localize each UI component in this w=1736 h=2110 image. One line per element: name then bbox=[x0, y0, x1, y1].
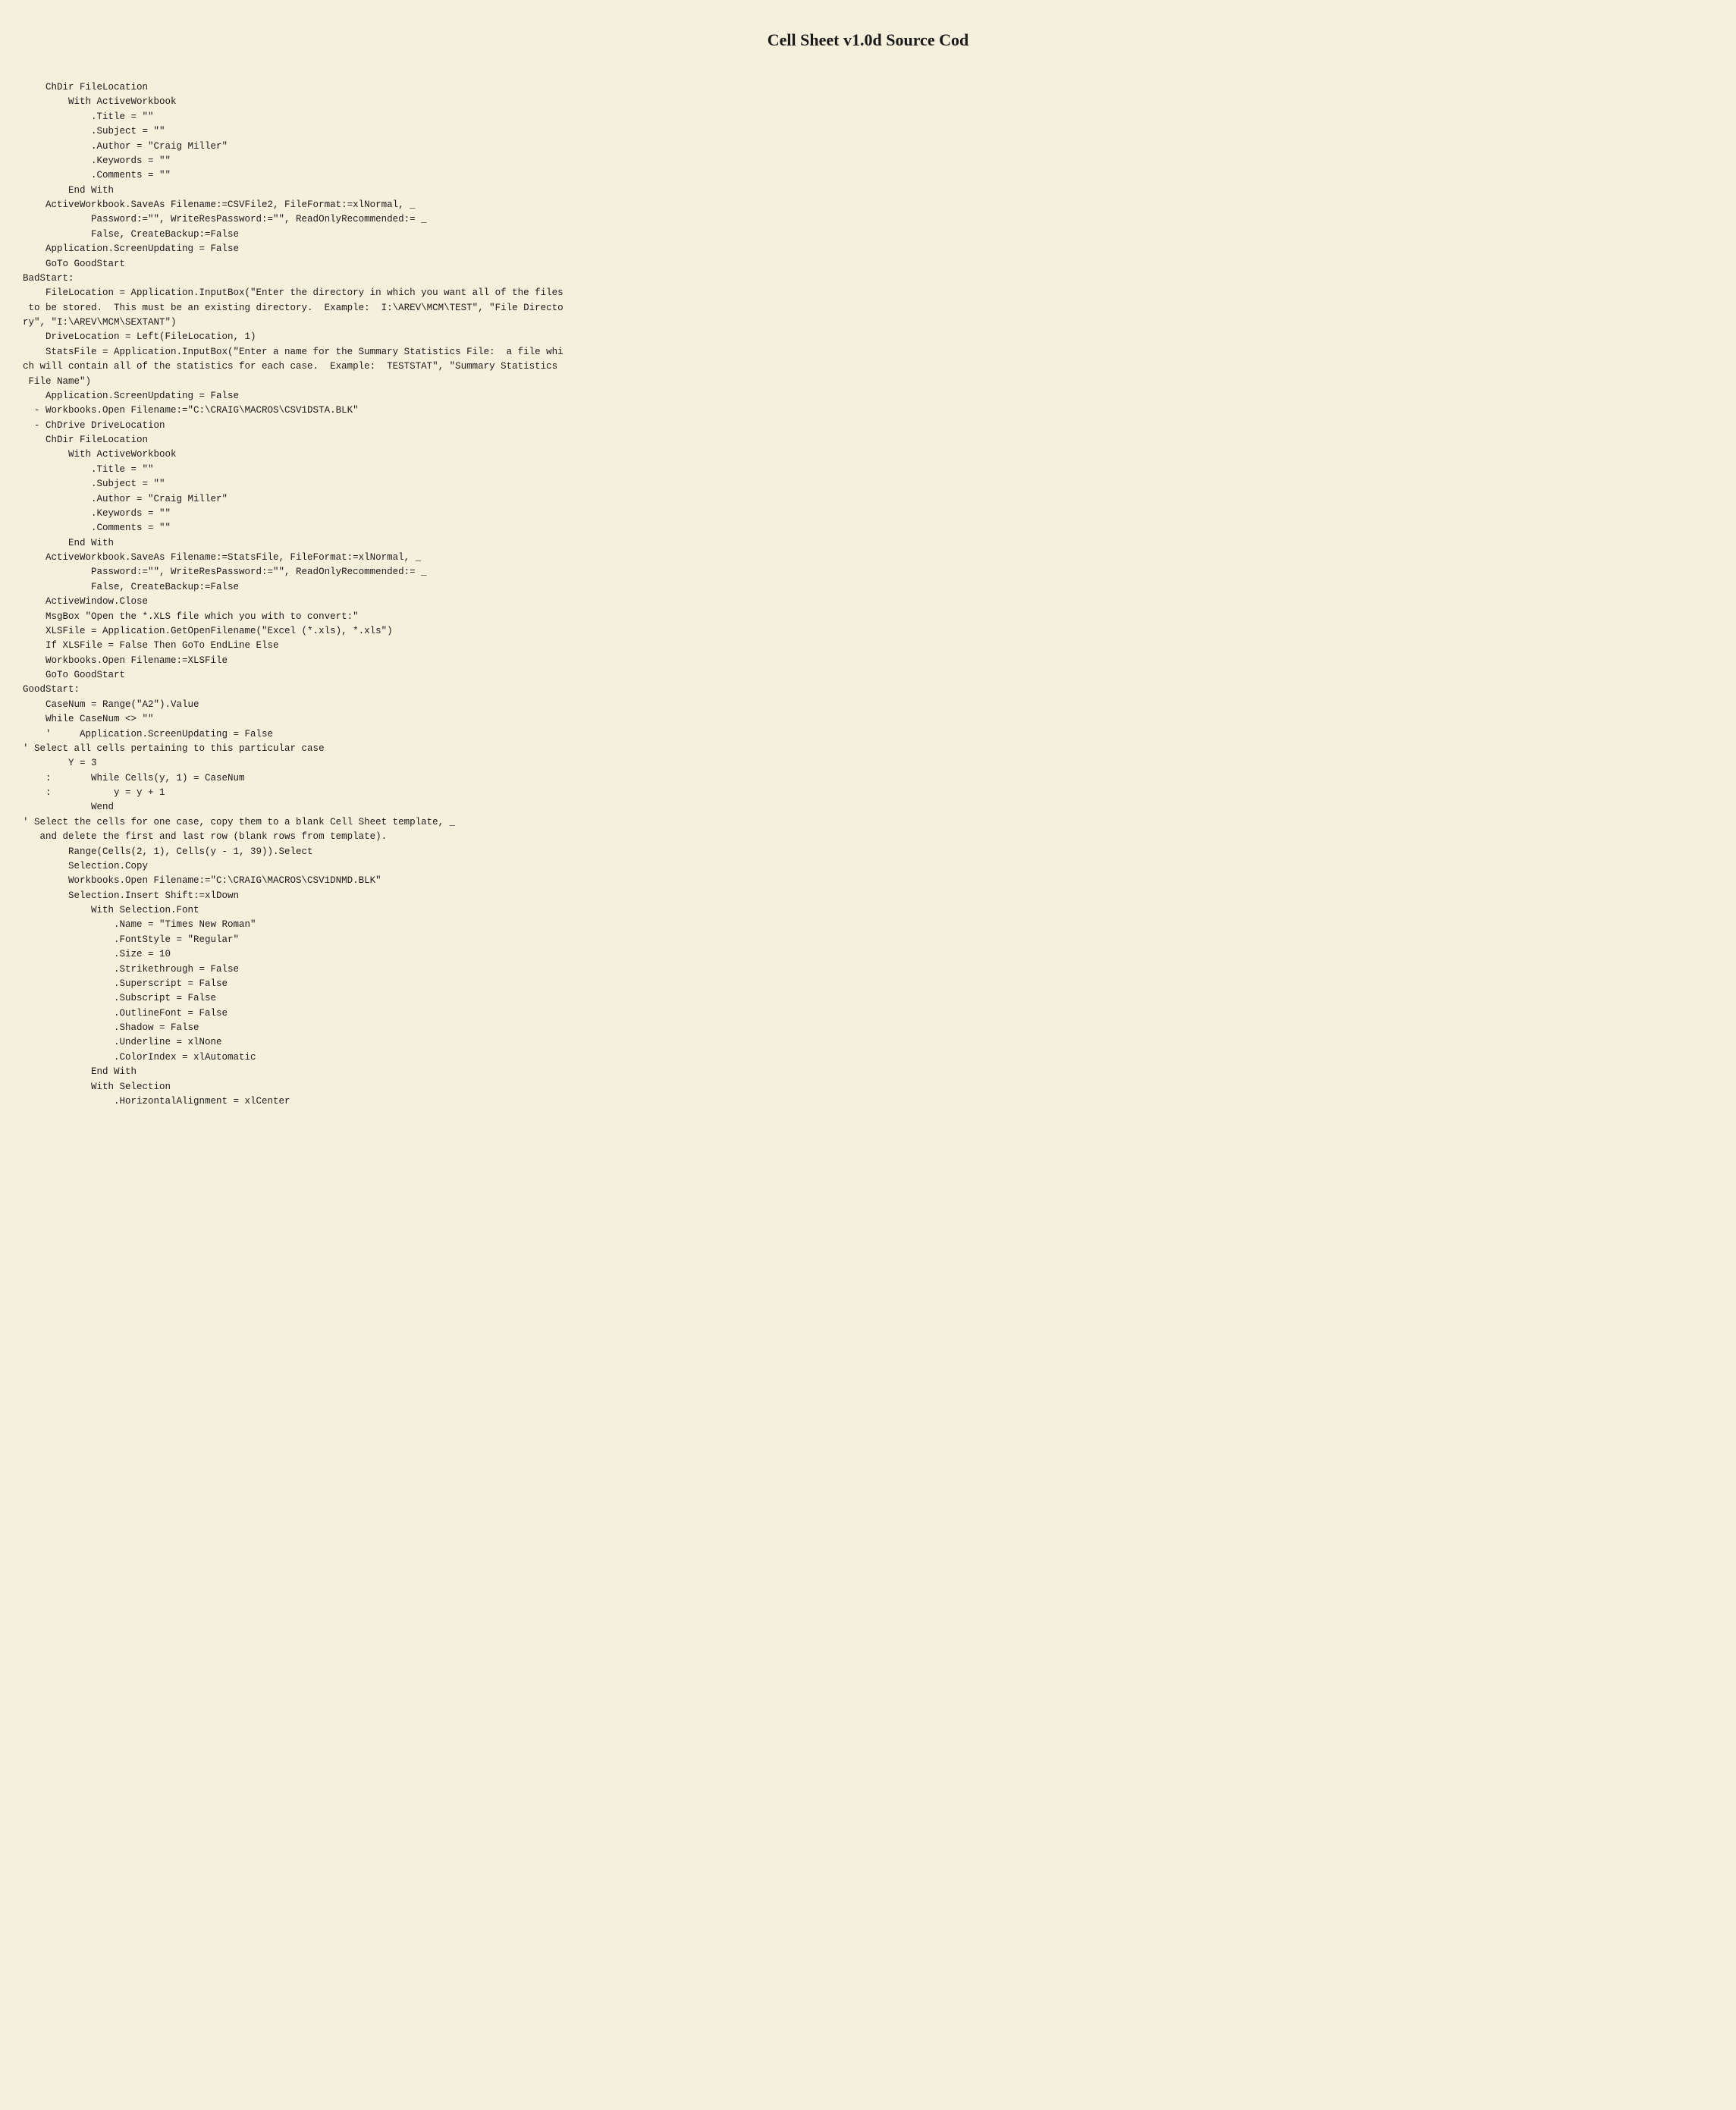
page-title: Cell Sheet v1.0d Source Cod bbox=[23, 30, 1713, 50]
source-code: ChDir FileLocation With ActiveWorkbook .… bbox=[23, 80, 1713, 1109]
